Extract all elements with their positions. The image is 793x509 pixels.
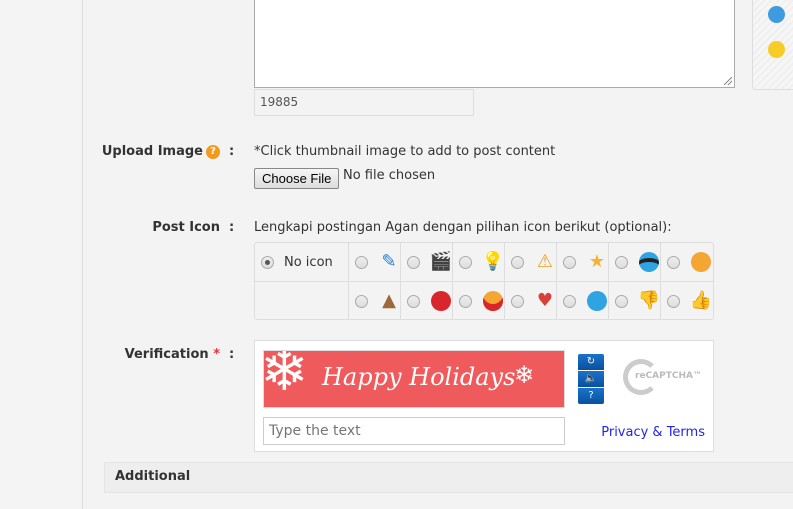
choose-file-button[interactable]: Choose File <box>254 168 340 189</box>
heart-icon: ♥ <box>536 290 554 311</box>
clapperboard-icon: 🎬 <box>429 251 453 272</box>
icon-option[interactable]: ✎ <box>349 243 401 282</box>
icon-option[interactable]: 💡 <box>453 243 505 282</box>
icon-option[interactable]: 👍 <box>661 282 713 320</box>
help-icon[interactable]: ? <box>206 145 220 159</box>
captcha-text: Happy Holidays <box>322 363 516 391</box>
cool-sunglasses-icon <box>638 251 660 273</box>
radio[interactable] <box>615 294 628 308</box>
smile-icon <box>690 251 712 273</box>
left-gutter <box>0 0 83 509</box>
radio[interactable] <box>355 255 368 269</box>
poop-icon: ▲ <box>382 290 396 311</box>
radio[interactable] <box>459 294 472 308</box>
post-icon-hint: Lengkapi postingan Agan dengan pilihan i… <box>254 220 672 235</box>
snowflake-icon: ❄ <box>263 350 309 404</box>
blue-smiley-icon[interactable] <box>768 6 785 23</box>
audio-icon[interactable]: 🔈 <box>578 371 604 387</box>
radio[interactable] <box>563 255 576 269</box>
file-status: No file chosen <box>343 168 436 183</box>
thumbs-down-icon: 👎 <box>637 290 661 311</box>
radio[interactable] <box>511 294 524 308</box>
captcha-input[interactable] <box>263 417 565 445</box>
pencil-icon: ✎ <box>381 251 397 272</box>
radio[interactable] <box>407 255 420 269</box>
icon-option[interactable]: 🎬 <box>401 243 453 282</box>
warning-icon: ⚠ <box>536 251 554 272</box>
lightbulb-icon: 💡 <box>481 251 505 272</box>
refresh-icon[interactable]: ↻ <box>578 354 604 370</box>
icon-option[interactable] <box>401 282 453 320</box>
upload-hint: *Click thumbnail image to add to post co… <box>254 144 556 159</box>
radio[interactable] <box>667 294 680 308</box>
post-icon-grid: No icon ✎ 🎬 💡 ⚠ ★ ▲ ♥ 👎 👍 <box>254 242 714 320</box>
radio[interactable] <box>667 255 680 269</box>
radio[interactable] <box>563 294 576 308</box>
icon-option[interactable] <box>453 282 505 320</box>
radio[interactable] <box>459 255 472 269</box>
icon-option[interactable]: 👎 <box>609 282 661 320</box>
star-icon: ★ <box>588 251 606 272</box>
required-marker: * <box>213 347 220 362</box>
radio[interactable] <box>511 255 524 269</box>
snowflake-small-icon: ❄ <box>514 361 535 389</box>
colon: : <box>229 144 235 159</box>
post-icon-label: Post Icon <box>152 220 220 235</box>
laugh-icon <box>482 290 504 312</box>
icon-option[interactable] <box>557 282 609 320</box>
icon-option[interactable]: ⚠ <box>505 243 557 282</box>
no-icon-label: No icon <box>284 254 333 270</box>
icon-option[interactable]: ♥ <box>505 282 557 320</box>
icon-option[interactable] <box>609 243 661 282</box>
captcha-image: ❄ Happy Holidays ❄ <box>263 350 565 408</box>
smiley-panel <box>752 0 793 90</box>
yawn-smiley-icon[interactable] <box>768 41 785 58</box>
verification-label: Verification * <box>124 347 220 362</box>
message-textarea[interactable] <box>254 0 735 88</box>
colon: : <box>229 220 235 235</box>
additional-section-header[interactable]: Additional <box>104 462 793 493</box>
clown-laugh-icon <box>430 290 452 312</box>
icon-option[interactable]: ★ <box>557 243 609 282</box>
radio-no-icon[interactable] <box>261 255 274 269</box>
privacy-terms-link[interactable]: Privacy & Terms <box>601 425 705 440</box>
thumbs-up-icon: 👍 <box>689 290 713 311</box>
icon-option[interactable] <box>661 243 713 282</box>
icon-option[interactable]: ▲ <box>349 282 401 320</box>
empty-cell <box>255 282 349 320</box>
help-icon[interactable]: ? <box>578 388 604 404</box>
radio[interactable] <box>615 255 628 269</box>
resize-grip-icon[interactable] <box>724 77 732 85</box>
grin-icon <box>586 290 608 312</box>
colon: : <box>229 347 235 362</box>
upload-image-label: Upload Image? <box>102 144 220 159</box>
captcha-widget: ❄ Happy Holidays ❄ ↻ 🔈 ? reCAPTCHA™ Priv… <box>254 340 714 452</box>
recaptcha-logo: reCAPTCHA™ <box>635 371 702 381</box>
no-icon-option[interactable]: No icon <box>255 243 349 282</box>
radio[interactable] <box>407 294 420 308</box>
radio[interactable] <box>355 294 368 308</box>
char-counter: 19885 <box>254 89 474 116</box>
